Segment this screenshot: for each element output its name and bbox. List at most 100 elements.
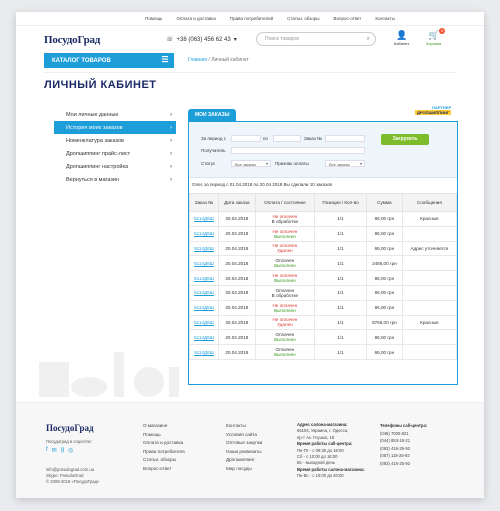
sidebar-item[interactable]: История моих заказов › [54,121,176,134]
table-row: 5114Д6Ш 20.04.2018 Не оплачен Удален 1/1 8766… [189,314,458,331]
table-row: 5114Д6Ш 20.04.2018 Оплачен Выполнен 1/1 86,00… [189,344,458,360]
sidebar-item[interactable]: Вернуться в магазин › [54,173,176,186]
footer-link[interactable]: Мир посуды [226,465,262,474]
social-icon[interactable]: ◎ [68,447,73,454]
period-from-input[interactable] [231,135,261,142]
site-logo[interactable]: ПосудоГрад [44,34,100,46]
order-date: 20.04.2018 [217,314,256,331]
footer-phone[interactable]: (044) 853-18-21 [380,437,427,445]
chevron-right-icon: › [170,111,172,118]
order-number-link[interactable]: 5114Д6Ш [189,270,219,286]
order-state: Выполнен [274,337,296,343]
tab-my-orders[interactable]: МОИ ЗАКАЗЫ [188,109,237,121]
social-icon[interactable]: f [46,447,48,454]
footer-phone[interactable]: (067) 118-25-92 [380,452,427,460]
footer-link[interactable]: Оптовые закупки [226,439,262,448]
order-qty: 1/1 [314,329,368,346]
phone-number[interactable]: ☏ +38 (063) 456 62 43 ▾ [166,36,237,44]
breadcrumb: Главная / Личный кабинет [188,57,249,63]
order-date: 20.04.2018 [217,299,256,316]
footer-link[interactable]: Условия сайта [226,431,262,440]
sidebar-item[interactable]: Дропшиппинг настройка › [54,160,176,173]
order-number-link[interactable]: 5114Д6Ш [189,329,219,346]
footer-link[interactable]: Наши реквизиты [226,448,262,457]
footer-link[interactable]: Помощь [143,431,185,440]
order-number-link[interactable]: 5114Д6Ш [189,211,219,227]
cart-button[interactable]: 🛒 0 Корзина [426,28,446,46]
social-icon[interactable]: ✉ [52,447,57,454]
payment-select[interactable]: Все заказы [325,160,365,167]
order-number-link[interactable]: 5114Д6Ш [189,240,219,257]
footer-phone[interactable]: (093) 416-25-92 [380,445,427,453]
kitchenware-illustration [39,352,179,397]
order-date: 20.04.2018 [217,240,256,257]
order-qty: 1/1 [314,284,368,301]
footer-phone[interactable]: (093) 416-25-92 [380,460,427,468]
cart-count-badge: 0 [439,28,446,34]
load-button[interactable]: Загрузить [381,134,429,145]
footer-link[interactable]: О магазине [143,422,185,431]
order-state: Выполнен [274,263,296,269]
cabinet-button[interactable]: 👤 Кабинет [394,30,409,46]
sidebar-item[interactable]: Номенклатура заказов › [54,134,176,147]
order-qty: 1/1 [314,240,368,257]
sidebar-item[interactable]: Дропшиппинг прайс-лист › [54,147,176,160]
page: Помощь Оплата и доставка Права потребителе… [16,12,484,498]
order-state: Удален [277,248,293,254]
footer-link[interactable]: Контакты [226,422,262,431]
order-number-link[interactable]: 5114Д6Ш [189,344,219,360]
order-number-link[interactable]: 5114Д6Ш [189,299,219,316]
topnav-link[interactable]: Оплата и доставка [177,16,216,21]
order-state: Удален [277,322,293,328]
search-input[interactable]: Поиск товаров ⌕ [256,32,376,46]
order-message [401,225,458,242]
order-message: Красные [401,211,458,227]
footer-phone[interactable]: (048) 7000-821 [380,430,427,438]
topnav-link[interactable]: Права потребителей [230,16,273,21]
header: ПосудоГрад ☏ +38 (063) 456 62 43 ▾ Поиск… [16,26,484,54]
order-status: Не оплачен Выполнен [254,225,316,242]
topnav-link[interactable]: Помощь [145,16,162,21]
cart-icon: 🛒 0 [428,28,446,40]
order-message [401,255,458,272]
footer-logo[interactable]: ПосудоГрад [46,423,94,433]
topnav-link[interactable]: Статьи, обзоры [287,16,319,21]
status-select[interactable]: Все заказы [231,160,271,167]
order-number-link[interactable]: 5114Д6Ш [189,284,219,301]
order-number-link[interactable]: 5114Д6Ш [189,255,219,272]
order-status: Не оплачен Выполнен [254,299,316,316]
order-qty: 1/1 [314,225,368,242]
order-qty: 1/1 [314,270,368,286]
column-header: Сообщения [401,193,458,212]
footer-link[interactable]: Дропшиппинг [226,456,262,465]
order-sum: 86,00 грн [366,225,403,242]
order-date: 20.04.2018 [217,344,256,360]
footer-link[interactable]: Статьи, обзоры [143,456,185,465]
order-sum: 86,00 грн [366,211,403,227]
column-header: Сумма [366,193,403,212]
recipient-input[interactable] [231,147,365,154]
order-num-input[interactable] [325,135,365,142]
order-number-link[interactable]: 5114Д6Ш [189,225,219,242]
footer-links-1: О магазине Помощь Оплата и доставка Права п… [143,422,185,473]
topnav-link[interactable]: Контакты [375,16,394,21]
order-state: В обработке [271,292,299,298]
order-qty: 1/1 [314,314,368,331]
topnav-link[interactable]: Вопрос-ответ [334,16,362,21]
order-status: Не оплачен Удален [254,314,316,331]
order-number-link[interactable]: 5114Д6Ш [189,314,219,331]
order-date: 20.04.2018 [217,284,256,301]
catalog-button[interactable]: КАТАЛОГ ТОВАРОВ ☰ [44,53,174,68]
search-icon[interactable]: ⌕ [367,36,370,43]
breadcrumb-home[interactable]: Главная [188,57,207,63]
sidebar-item[interactable]: Мои личные данные › [54,108,176,121]
footer-link[interactable]: Оплата и доставка [143,439,185,448]
order-date: 20.04.2018 [217,255,256,272]
table-row: 5114Д6Ш 20.04.2018 Не оплачен Удален 1/1 86,0… [189,240,458,257]
order-status: Не оплачен Выполнен [254,270,316,286]
order-status: Не оплачен В обработке [254,211,316,227]
social-icon[interactable]: g [61,447,64,454]
period-to-input[interactable] [273,135,301,142]
footer-link[interactable]: Вопрос-ответ [143,465,185,474]
footer-link[interactable]: Права потребителя [143,448,185,457]
